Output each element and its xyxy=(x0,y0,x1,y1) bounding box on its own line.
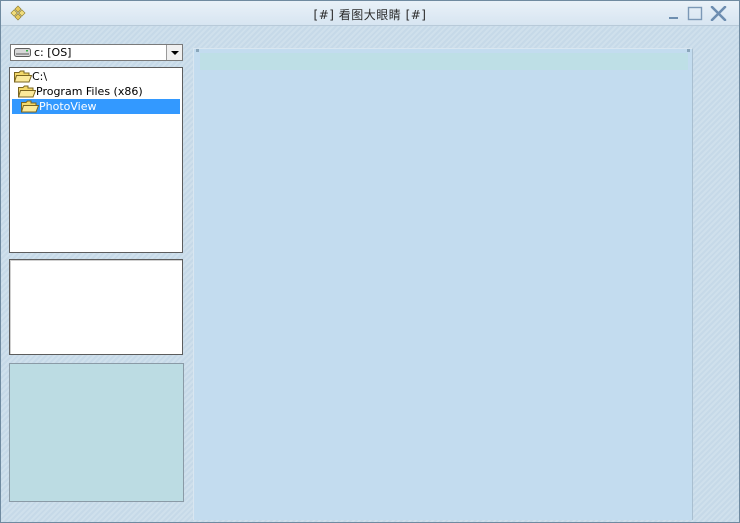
viewer-header-bar xyxy=(200,53,688,70)
thumbnail-preview-panel xyxy=(9,363,184,502)
viewer-corner-marker xyxy=(196,49,199,52)
tree-item-label: PhotoView xyxy=(39,100,97,113)
close-icon[interactable] xyxy=(710,6,727,21)
tree-item-label: Program Files (x86) xyxy=(36,85,143,98)
drive-value: c: [OS] xyxy=(34,46,72,59)
app-window: [#] 看图大眼睛 [#] c: [OS] C:\ Program Files … xyxy=(0,0,740,523)
viewer-corner-marker xyxy=(687,49,690,52)
file-info-panel xyxy=(9,259,183,355)
folder-open-icon xyxy=(14,70,32,83)
drive-icon xyxy=(14,48,31,57)
drive-dropdown[interactable]: c: [OS] xyxy=(10,44,183,61)
folder-open-icon xyxy=(18,85,36,98)
window-title: [#] 看图大眼睛 [#] xyxy=(313,8,427,22)
tree-item-c-root[interactable]: C:\ xyxy=(12,69,180,84)
minimize-icon[interactable] xyxy=(666,6,683,21)
image-viewer-pane[interactable] xyxy=(193,48,693,520)
tree-item-photoview[interactable]: PhotoView xyxy=(12,99,180,114)
folder-tree[interactable]: C:\ Program Files (x86) PhotoView xyxy=(9,67,183,253)
tree-item-program-files[interactable]: Program Files (x86) xyxy=(12,84,180,99)
folder-open-icon xyxy=(21,100,39,113)
chevron-down-icon[interactable] xyxy=(166,45,182,60)
maximize-icon[interactable] xyxy=(687,6,704,21)
tree-item-label: C:\ xyxy=(32,70,48,83)
title-bar[interactable]: [#] 看图大眼睛 [#] xyxy=(1,1,739,26)
client-area: c: [OS] C:\ Program Files (x86) PhotoVie… xyxy=(1,26,739,522)
